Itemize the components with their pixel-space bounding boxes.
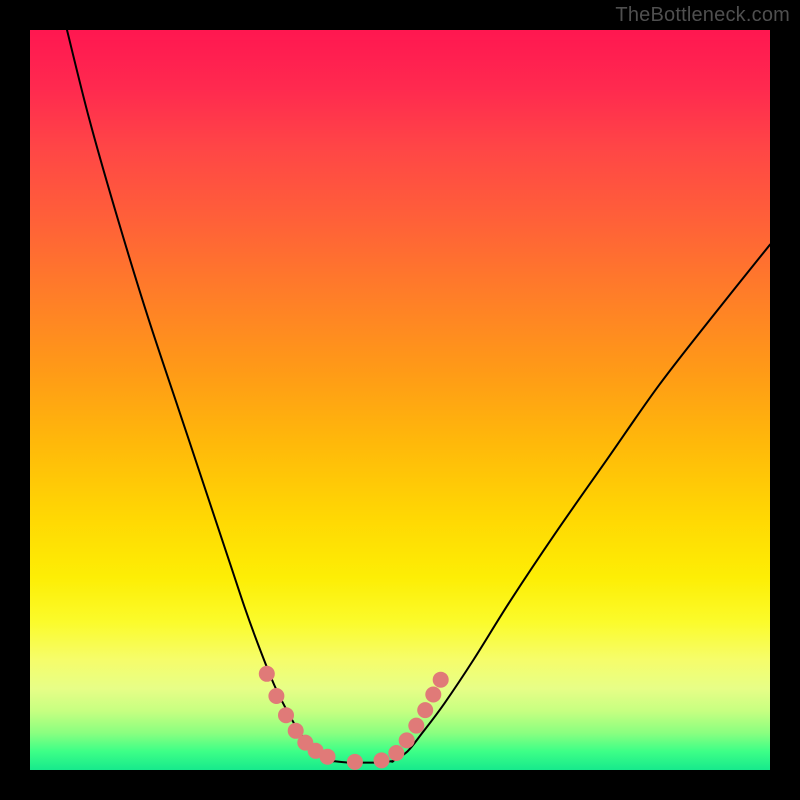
highlight-dot	[268, 688, 284, 704]
highlight-dot	[320, 749, 336, 765]
chart-stage: TheBottleneck.com	[0, 0, 800, 800]
highlight-dot-group	[259, 666, 449, 770]
bottleneck-curve	[67, 30, 770, 763]
highlight-dot	[433, 672, 449, 688]
plot-area	[30, 30, 770, 770]
highlight-dot	[425, 687, 441, 703]
highlight-dot	[408, 718, 424, 734]
watermark-text: TheBottleneck.com	[615, 4, 790, 27]
curves-svg	[30, 30, 770, 770]
highlight-dot	[417, 702, 433, 718]
highlight-dot	[259, 666, 275, 682]
highlight-dot	[347, 754, 363, 770]
highlight-dot	[374, 752, 390, 768]
highlight-dot	[399, 732, 415, 748]
highlight-dot	[278, 707, 294, 723]
highlight-dot	[388, 745, 404, 761]
